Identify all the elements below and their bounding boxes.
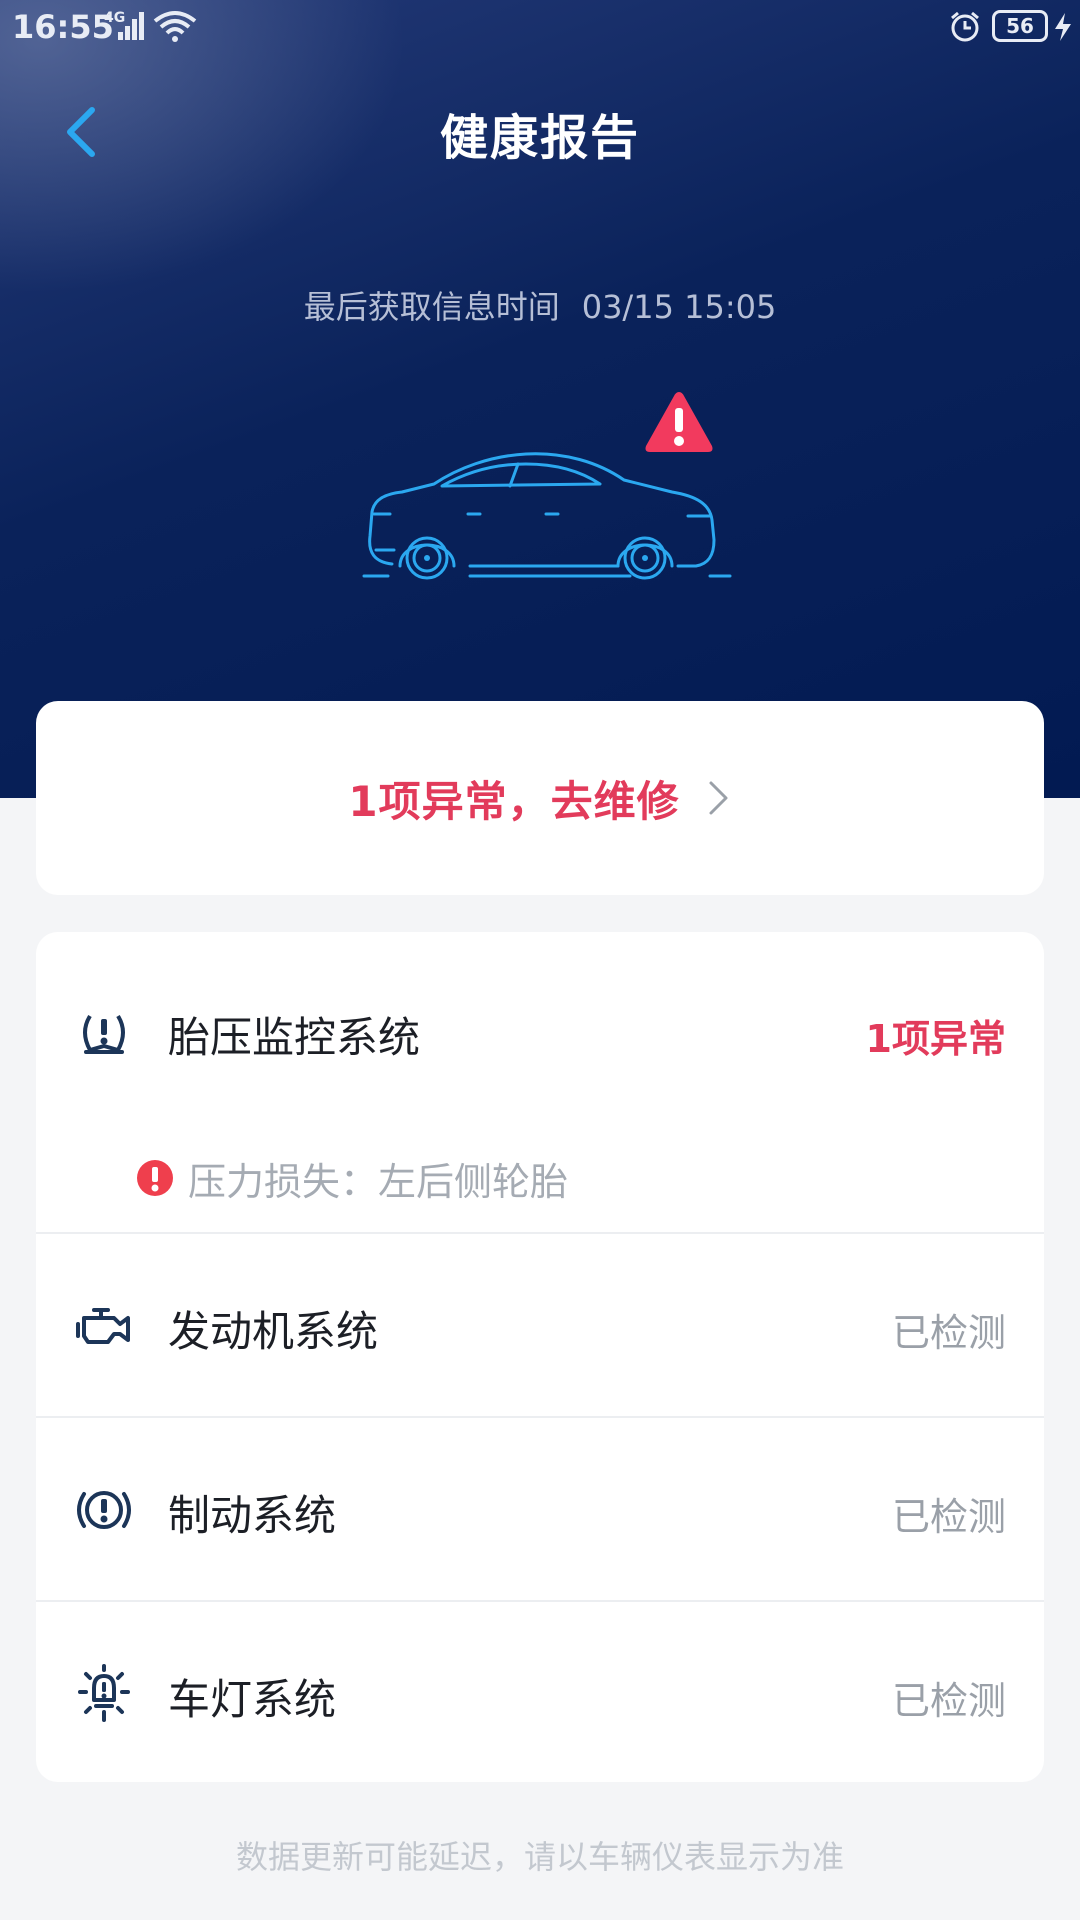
system-name: 胎压监控系统 xyxy=(168,1013,421,1062)
repair-banner-text: 1项异常，去维修 xyxy=(348,776,680,826)
system-status: 已检测 xyxy=(891,1495,1006,1539)
warning-triangle-icon xyxy=(642,388,716,456)
alert-icon xyxy=(137,1160,173,1196)
last-fetch-time: 最后获取信息时间 03/15 15:05 xyxy=(0,282,1080,328)
signal-icon: 4G xyxy=(104,10,150,42)
light-icon xyxy=(74,1664,134,1724)
last-fetch-value: 03/15 15:05 xyxy=(581,288,777,326)
brake-icon xyxy=(74,1480,134,1540)
hero-header: 16:55 4G 56 健康报告 最后获取信息时间 03/15 15:05 xyxy=(0,0,1080,798)
issue-text: 压力损失：左后侧轮胎 xyxy=(188,1159,569,1204)
status-bar: 16:55 4G 56 xyxy=(0,0,1080,54)
system-name: 制动系统 xyxy=(168,1491,337,1540)
battery-level: 56 xyxy=(1006,14,1034,38)
system-status: 1项异常 xyxy=(865,1017,1006,1061)
system-row-engine[interactable]: 发动机系统 已检测 xyxy=(36,1234,1044,1416)
alarm-icon xyxy=(948,10,982,44)
system-name: 发动机系统 xyxy=(168,1307,379,1356)
system-row-lights[interactable]: 车灯系统 已检测 xyxy=(36,1602,1044,1782)
wifi-icon xyxy=(152,10,198,44)
page-title: 健康报告 xyxy=(439,110,640,166)
last-fetch-label: 最后获取信息时间 xyxy=(303,288,560,326)
system-status: 已检测 xyxy=(891,1679,1006,1723)
chevron-right-icon xyxy=(709,781,728,815)
issue-item: 压力损失：左后侧轮胎 xyxy=(136,1150,568,1206)
network-type: 4G xyxy=(104,10,126,26)
status-time: 16:55 xyxy=(12,8,114,46)
system-status: 已检测 xyxy=(891,1311,1006,1355)
systems-card: 胎压监控系统 1项异常 压力损失：左后侧轮胎 发动机系统 已检测 制动系统 已检… xyxy=(36,932,1044,1782)
footer-note: 数据更新可能延迟，请以车辆仪表显示为准 xyxy=(235,1838,844,1876)
system-row-tire-pressure[interactable]: 胎压监控系统 1项异常 压力损失：左后侧轮胎 xyxy=(36,932,1044,1232)
system-name: 车灯系统 xyxy=(168,1675,337,1724)
battery-icon: 56 xyxy=(992,10,1048,42)
tire-pressure-icon xyxy=(74,1002,134,1062)
charging-icon xyxy=(1052,12,1074,42)
system-row-brake[interactable]: 制动系统 已检测 xyxy=(36,1418,1044,1600)
engine-icon xyxy=(74,1296,134,1356)
repair-banner[interactable]: 1项异常，去维修 xyxy=(36,701,1044,895)
